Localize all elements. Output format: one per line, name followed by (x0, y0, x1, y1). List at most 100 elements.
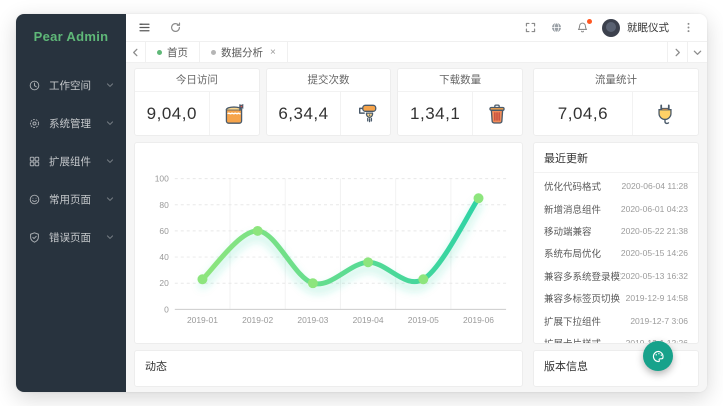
tab-bar: 首页 数据分析 × (126, 42, 707, 63)
update-item: 兼容多系统登录模式 2020-05-13 16:32 (534, 265, 698, 287)
username-label[interactable]: 就眠仪式 (627, 20, 669, 35)
update-time: 2020-06-01 04:23 (621, 204, 688, 214)
update-item: 兼容多标签页切换 2019-12-9 14:58 (534, 287, 698, 309)
tab-label: 首页 (167, 45, 188, 60)
app-window: Pear Admin 工作空间 系统管理 扩展组件 常用页面 错误页面 (16, 14, 707, 392)
stat-value: 6,34,4 (267, 92, 341, 135)
tab-label: 数据分析 (221, 45, 263, 60)
stat-value: 9,04,0 (135, 92, 209, 135)
tab-1[interactable]: 首页 (146, 42, 200, 62)
component-icon (28, 155, 41, 168)
update-label: 优化代码格式 (544, 179, 601, 193)
chevron-down-icon (106, 157, 114, 165)
content-area: 今日访问 9,04,0 提交次数 6,34,4 下载数量 1,34,1 流量统计… (126, 63, 707, 392)
update-time: 2020-05-13 16:32 (621, 271, 688, 281)
stat-title: 今日访问 (135, 69, 259, 92)
paint-roller-icon (340, 92, 390, 135)
activity-panel: 动态 (134, 350, 523, 387)
language-globe-icon[interactable] (550, 21, 563, 34)
notification-bell-icon[interactable] (576, 21, 589, 34)
notification-dot (587, 19, 592, 24)
update-time: 2019-12-9 14:58 (626, 293, 688, 303)
chevron-down-icon (106, 81, 114, 89)
update-label: 新增消息组件 (544, 202, 601, 216)
recent-updates-panel: 最近更新 优化代码格式 2020-06-04 11:28 新增消息组件 2020… (533, 142, 699, 344)
tab-2[interactable]: 数据分析 × (200, 42, 288, 62)
stat-card-traffic-slot: 流量统计 7,04,6 (533, 68, 699, 136)
stats-row: 今日访问 9,04,0 提交次数 6,34,4 下载数量 1,34,1 (134, 68, 523, 136)
update-label: 兼容多标签页切换 (544, 291, 620, 305)
activity-title: 动态 (135, 351, 522, 380)
sidebar-item-label: 错误页面 (49, 230, 91, 245)
svg-text:2019-06: 2019-06 (463, 315, 494, 325)
update-label: 系统布局优化 (544, 246, 601, 260)
stat-title: 提交次数 (267, 69, 391, 92)
chevron-down-icon (106, 233, 114, 241)
update-time: 2020-05-22 21:38 (621, 226, 688, 236)
sidebar-item-label: 工作空间 (49, 78, 91, 93)
chevron-down-icon (106, 195, 114, 203)
update-item: 新增消息组件 2020-06-01 04:23 (534, 197, 698, 219)
update-item: 优化代码格式 2020-06-04 11:28 (534, 175, 698, 197)
svg-text:0: 0 (164, 304, 169, 314)
top-header: 就眠仪式 (126, 14, 707, 42)
theme-settings-button[interactable] (643, 341, 673, 371)
trash-icon (472, 92, 522, 135)
smile-icon (28, 193, 41, 206)
stat-card-2: 提交次数 6,34,4 (266, 68, 392, 136)
stat-title: 流量统计 (534, 69, 698, 92)
tab-status-dot (157, 50, 162, 55)
update-item: 系统布局优化 2020-05-15 14:26 (534, 242, 698, 264)
svg-text:2019-01: 2019-01 (187, 315, 218, 325)
tab-close-icon[interactable]: × (270, 47, 276, 58)
sidebar-item-label: 常用页面 (49, 192, 91, 207)
update-item: 移动端兼容 2020-05-22 21:38 (534, 220, 698, 242)
sidebar-item-error[interactable]: 错误页面 (16, 218, 126, 256)
gear-icon (28, 117, 41, 130)
tabs-scroll-left-icon[interactable] (126, 42, 146, 62)
svg-text:80: 80 (159, 200, 169, 210)
sidebar-item-pages[interactable]: 常用页面 (16, 180, 126, 218)
header-left (138, 21, 182, 34)
stat-card-4: 流量统计 7,04,6 (533, 68, 699, 136)
line-chart-svg: 0204060801002019-012019-022019-032019-04… (135, 143, 522, 343)
stat-value: 7,04,6 (534, 92, 632, 135)
svg-text:2019-03: 2019-03 (297, 315, 328, 325)
update-time: 2019-12-7 3:06 (630, 316, 688, 326)
tabbar-spacer (288, 42, 667, 62)
more-menu-icon[interactable] (682, 21, 695, 34)
clock-icon (28, 79, 41, 92)
sidebar-item-workspace[interactable]: 工作空间 (16, 66, 126, 104)
stat-title: 下载数量 (398, 69, 522, 92)
visits-line-chart: 0204060801002019-012019-022019-032019-04… (134, 142, 523, 344)
svg-text:60: 60 (159, 226, 169, 236)
sidebar-item-system[interactable]: 系统管理 (16, 104, 126, 142)
plug-icon (632, 92, 698, 135)
update-time: 2020-06-04 11:28 (622, 181, 688, 191)
update-label: 移动端兼容 (544, 224, 592, 238)
svg-text:40: 40 (159, 252, 169, 262)
shield-icon (28, 231, 41, 244)
recent-updates-title: 最近更新 (534, 143, 698, 173)
svg-text:2019-05: 2019-05 (408, 315, 439, 325)
brand-logo: Pear Admin (16, 14, 126, 60)
tabs-strip: 首页 数据分析 × (146, 42, 288, 62)
version-title: 版本信息 (534, 351, 698, 380)
update-label: 兼容多系统登录模式 (544, 269, 621, 283)
user-avatar[interactable] (602, 19, 620, 37)
update-item: 扩展下拉组件 2019-12-7 3:06 (534, 309, 698, 331)
sidebar-item-extension[interactable]: 扩展组件 (16, 142, 126, 180)
tabs-scroll-right-icon[interactable] (667, 42, 687, 62)
svg-text:2019-02: 2019-02 (242, 315, 273, 325)
fullscreen-icon[interactable] (524, 21, 537, 34)
main-area: 就眠仪式 首页 数据分析 × (126, 14, 707, 392)
svg-text:20: 20 (159, 278, 169, 288)
collapse-menu-icon[interactable] (138, 21, 151, 34)
update-item: 扩展卡片样式 2019-12-1 12:26 (534, 332, 698, 344)
refresh-icon[interactable] (169, 21, 182, 34)
tabs-dropdown-icon[interactable] (687, 42, 707, 62)
updates-list: 优化代码格式 2020-06-04 11:28 新增消息组件 2020-06-0… (534, 173, 698, 344)
update-label: 扩展下拉组件 (544, 314, 601, 328)
sidebar-item-label: 系统管理 (49, 116, 91, 131)
sidebar-menu: 工作空间 系统管理 扩展组件 常用页面 错误页面 (16, 66, 126, 256)
